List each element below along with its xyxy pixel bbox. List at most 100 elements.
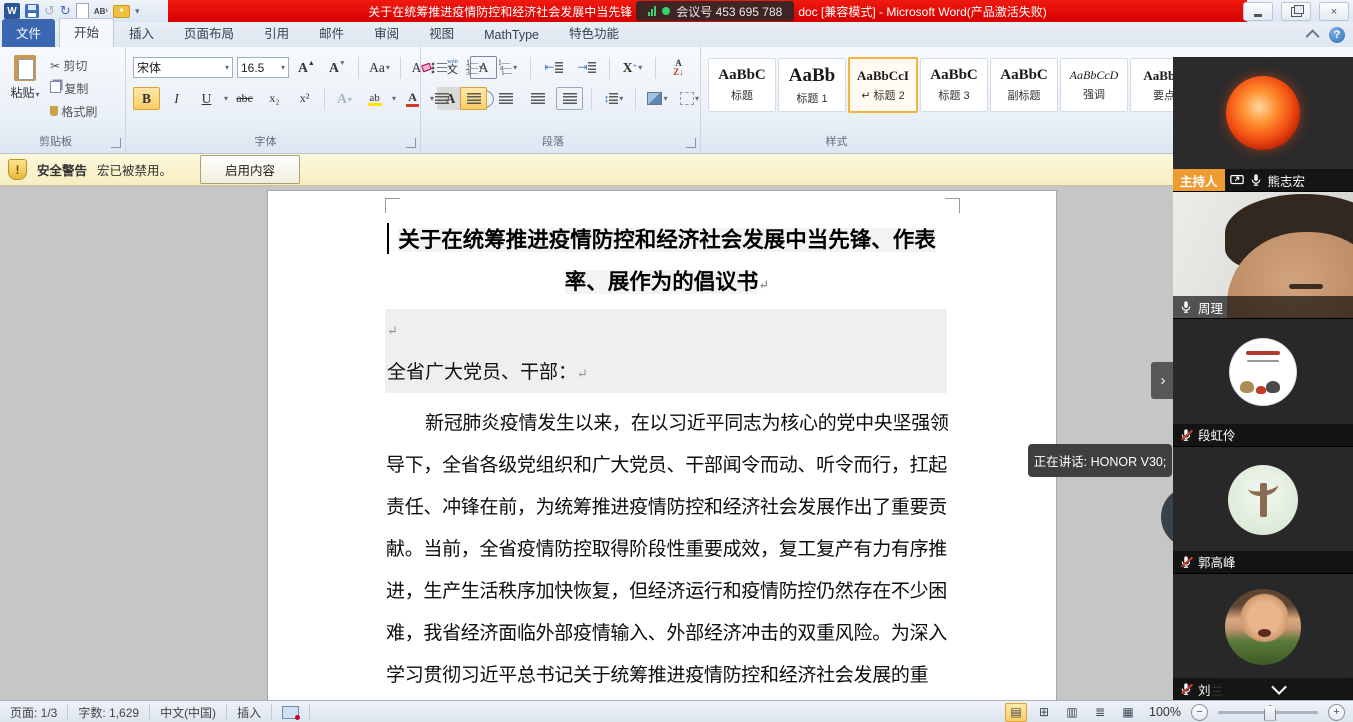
insert-mode[interactable]: 插入 (227, 704, 272, 720)
security-warning-title: 安全警告 (37, 160, 87, 179)
style-heading2[interactable]: AaBbCcI↵ 标题 2 (848, 57, 918, 113)
qat-dropdown-arrow-icon[interactable]: ▾ (135, 3, 140, 19)
strikethrough-button[interactable]: abc (231, 87, 258, 110)
word-app-icon[interactable]: W (4, 3, 20, 19)
distribute-button[interactable] (556, 87, 583, 110)
align-center-button[interactable] (460, 87, 487, 110)
align-left-button[interactable] (428, 87, 455, 110)
minimize-button[interactable] (1243, 2, 1273, 21)
restore-button[interactable] (1281, 2, 1311, 21)
close-button[interactable]: × (1319, 2, 1349, 21)
undo-icon[interactable]: ↺ (44, 3, 55, 19)
numbering-button[interactable]: 1—2—3—▾ (461, 56, 488, 79)
collapse-panel-button[interactable] (1211, 678, 1350, 699)
webcam-video (1289, 284, 1323, 289)
word-count[interactable]: 字数: 1,629 (68, 704, 150, 720)
increase-indent-button[interactable]: ⇥ (573, 56, 600, 79)
dropdown-arrow-icon: ▾ (663, 94, 667, 103)
tab-insert[interactable]: 插入 (114, 19, 169, 47)
style-heading1[interactable]: AaBb标题 1 (778, 58, 846, 112)
tab-special-features[interactable]: 特色功能 (554, 19, 634, 47)
language-indicator[interactable]: 中文(中国) (150, 704, 227, 720)
style-heading3[interactable]: AaBbC标题 3 (920, 58, 988, 112)
zoom-in-button[interactable]: + (1328, 704, 1345, 721)
tab-view[interactable]: 视图 (414, 19, 469, 47)
zoom-slider-thumb[interactable] (1264, 705, 1276, 721)
line-spacing-button[interactable]: ↕▾ (600, 87, 627, 110)
document-title: 关于在统筹推进疫情防控和经济社会发展中当先锋、作表 率、展作为的倡议书↵ (386, 219, 948, 306)
bullets-icon (431, 62, 447, 74)
document-page[interactable]: 关于在统筹推进疫情防控和经济社会发展中当先锋、作表 率、展作为的倡议书↵ ↵ 全… (267, 190, 1057, 700)
view-web-layout-button[interactable]: ▥ (1061, 703, 1083, 722)
meeting-overlay[interactable]: 会议号 453 695 788 (636, 1, 794, 21)
zoom-level[interactable]: 100% (1149, 705, 1181, 719)
paste-button[interactable]: 粘贴▾ (8, 55, 42, 101)
tab-mailings[interactable]: 邮件 (304, 19, 359, 47)
macro-record-button[interactable] (272, 704, 310, 720)
shaded-paragraph-block: ↵ 全省广大党员、干部：↵ (385, 309, 947, 393)
participant-tile[interactable]: 周理 (1173, 192, 1353, 319)
paragraph-dialog-launcher-icon[interactable] (686, 138, 696, 148)
font-size-select[interactable]: 16.5▾ (237, 57, 289, 78)
tab-file[interactable]: 文件 (2, 19, 55, 47)
font-name-select[interactable]: 宋体▾ (133, 57, 233, 78)
footnote-icon[interactable]: AB¹ (94, 3, 108, 19)
participant-tile[interactable]: 刘兰 (1173, 574, 1353, 700)
view-outline-button[interactable]: ≣ (1089, 703, 1111, 722)
sort-button[interactable]: AZ↓ (665, 56, 692, 79)
tab-home[interactable]: 开始 (59, 18, 114, 47)
word-window: W ↺ ↻ AB¹ ✦ ▾ 关于在统筹推进疫情防控和经济社会发展中当先锋 会议号… (0, 0, 1353, 722)
tab-page-layout[interactable]: 页面布局 (169, 19, 249, 47)
clipboard-dialog-launcher-icon[interactable] (111, 138, 121, 148)
cut-button[interactable]: ✂ 剪切 (50, 57, 97, 74)
participant-avatar (1228, 465, 1298, 535)
grow-font-button[interactable]: A▲ (293, 56, 320, 79)
participant-tile[interactable]: 主持人 熊志宏 (1173, 57, 1353, 192)
shading-button[interactable]: ▾ (644, 87, 671, 110)
change-case-button[interactable]: Aa▾ (366, 56, 393, 79)
view-print-layout-button[interactable]: ▤ (1005, 703, 1027, 722)
font-dialog-launcher-icon[interactable] (406, 138, 416, 148)
tab-references[interactable]: 引用 (249, 19, 304, 47)
justify-button[interactable] (524, 87, 551, 110)
dropdown-arrow-icon: ▾ (225, 63, 229, 72)
align-right-button[interactable] (492, 87, 519, 110)
copy-button[interactable]: 复制 (50, 80, 97, 97)
format-painter-button[interactable]: 格式刷 (50, 103, 97, 120)
decrease-indent-button[interactable]: ⇤ (540, 56, 567, 79)
italic-button[interactable]: I (163, 87, 190, 110)
style-subtitle[interactable]: AaBbC副标题 (990, 58, 1058, 112)
view-fullscreen-reading-button[interactable]: ⊞ (1033, 703, 1055, 722)
underline-button[interactable]: U (193, 87, 220, 110)
subscript-button[interactable]: x₂ (261, 87, 288, 110)
highlight-color-button[interactable]: ab (361, 87, 388, 110)
title-text-left: 关于在统筹推进疫情防控和经济社会发展中当先锋 (368, 3, 632, 20)
style-title[interactable]: AaBbC标题 (708, 58, 776, 112)
shrink-font-button[interactable]: A▼ (324, 56, 351, 79)
page-count[interactable]: 页面: 1/3 (0, 704, 68, 720)
enable-content-button[interactable]: 启用内容 (200, 155, 300, 184)
borders-button[interactable]: ▾ (676, 87, 703, 110)
macro-folder-icon[interactable]: ✦ (113, 5, 130, 18)
redo-icon[interactable]: ↻ (60, 3, 71, 19)
zoom-slider[interactable] (1218, 711, 1318, 714)
help-icon[interactable]: ? (1329, 27, 1345, 43)
style-emphasis[interactable]: AaBbCcD强调 (1060, 58, 1128, 112)
bullets-button[interactable]: ▾ (428, 56, 455, 79)
panel-expand-button[interactable]: › (1151, 362, 1175, 399)
superscript-button[interactable]: x² (291, 87, 318, 110)
numbering-icon: 1—2—3— (466, 61, 478, 75)
tab-mathtype[interactable]: MathType (469, 24, 554, 47)
view-draft-button[interactable]: ▦ (1117, 703, 1139, 722)
participant-tile[interactable]: 郭高峰 (1173, 447, 1353, 574)
zoom-out-button[interactable]: − (1191, 704, 1208, 721)
asian-layout-button[interactable]: X⁺▾ (619, 56, 646, 79)
participant-tile[interactable]: 段虹伶 (1173, 319, 1353, 446)
bold-button[interactable]: B (133, 87, 160, 110)
multilevel-list-button[interactable]: 1— a— i—▾ (494, 56, 521, 79)
tab-review[interactable]: 审阅 (359, 19, 414, 47)
save-icon[interactable] (25, 4, 39, 18)
new-document-icon[interactable] (76, 3, 89, 19)
participant-avatar (1230, 339, 1296, 405)
text-effects-button[interactable]: A▾ (331, 87, 358, 110)
